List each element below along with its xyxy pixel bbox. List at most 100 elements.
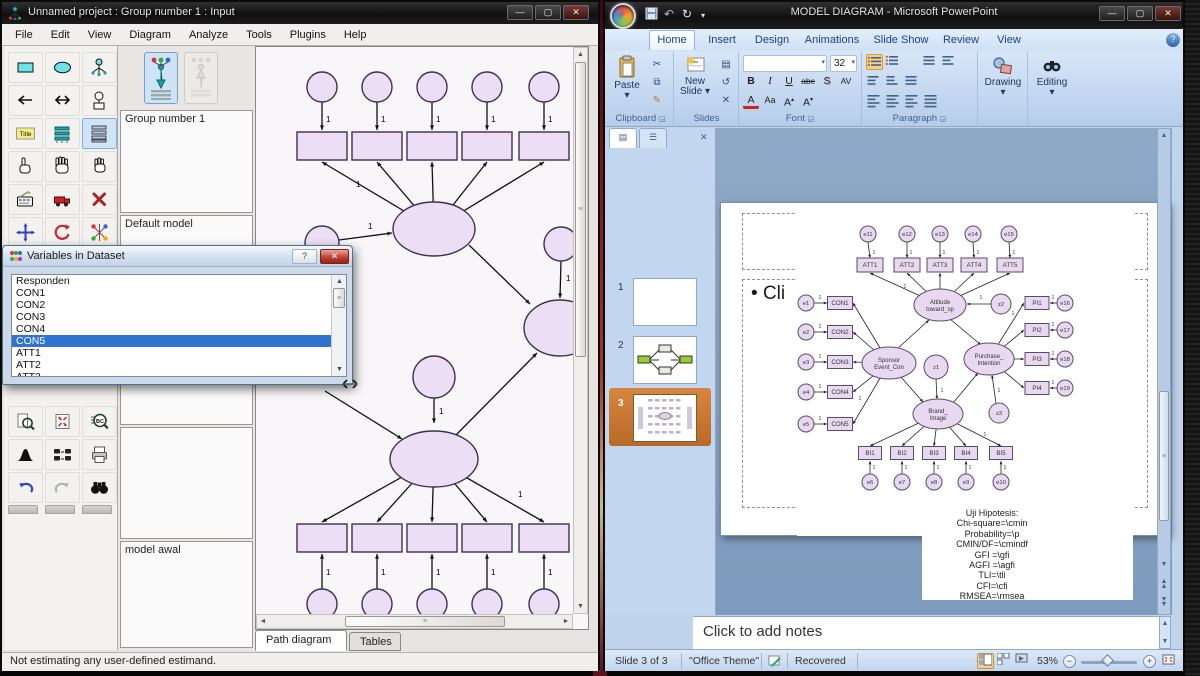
clipboard-dialog-launcher[interactable]: ◲ — [659, 116, 666, 123]
ribbon-tab-view[interactable]: View — [989, 31, 1029, 51]
ppt-maximize-button[interactable]: ▢ — [1127, 6, 1153, 21]
ribbon-tab-animations[interactable]: Animations — [799, 31, 865, 51]
font-color[interactable]: A — [743, 93, 759, 109]
menu-analyze[interactable]: Analyze — [180, 27, 237, 43]
font-style-italic[interactable]: I — [762, 74, 778, 90]
ribbon-tab-design[interactable]: Design — [749, 31, 795, 51]
resize-page-button[interactable] — [45, 406, 80, 437]
variable-item-ATT2[interactable]: ATT2 — [12, 359, 332, 371]
variable-item-CON3[interactable]: CON3 — [12, 311, 332, 323]
erase-x-button[interactable] — [82, 184, 117, 215]
rotate-button[interactable] — [45, 217, 80, 248]
variable-list-button[interactable] — [45, 118, 80, 149]
help-icon[interactable]: ? — [1166, 33, 1180, 47]
distribution-button[interactable] — [8, 439, 43, 470]
loupe-button[interactable]: BC — [82, 406, 117, 437]
cut-icon[interactable]: ✂ — [648, 56, 666, 72]
zoom-out-button[interactable]: − — [1063, 655, 1076, 668]
align-right-button[interactable] — [904, 93, 921, 109]
select-all-hand-button[interactable] — [45, 151, 80, 182]
editing-button[interactable]: Editing▾ — [1032, 56, 1072, 98]
slide-thumbnail-1[interactable] — [633, 278, 697, 326]
variable-item-CON2[interactable]: CON2 — [12, 299, 332, 311]
arrow-single-button[interactable] — [8, 85, 43, 116]
dialog-titlebar[interactable]: Variables in Dataset ? ✕ — [3, 246, 352, 267]
font-style-bold[interactable]: B — [743, 74, 759, 90]
canvas-vertical-scrollbar[interactable]: ▲ ≡ ▼ — [573, 47, 588, 614]
notes-scrollbar[interactable]: ▲▼ — [1159, 616, 1171, 649]
variable-item-CON5[interactable]: CON5 — [12, 335, 332, 347]
ribbon-tab-slide-show[interactable]: Slide Show — [869, 31, 933, 51]
slide-sorter-view-button[interactable] — [995, 653, 1012, 669]
paragraph-dialog-launcher[interactable]: ◲ — [940, 116, 947, 123]
tab-tables[interactable]: Tables — [349, 632, 401, 651]
ribbon-tab-insert[interactable]: Insert — [699, 31, 745, 51]
view-input-path-diagram-button[interactable] — [144, 52, 178, 104]
listbox-scrollbar[interactable]: ▲ ≡ ▼ — [331, 275, 346, 376]
slideshow-view-button[interactable] — [1013, 653, 1030, 669]
title-button[interactable]: Title — [8, 118, 43, 149]
data-recorder-button[interactable] — [8, 184, 43, 215]
tab-outline[interactable]: ☰ — [639, 128, 667, 148]
paste-button[interactable]: Paste▾ — [611, 55, 643, 101]
change-case[interactable]: Aa — [762, 93, 778, 109]
variables-listbox[interactable]: RespondenCON1CON2CON3CON4CON5ATT1ATT2ATT… — [11, 274, 347, 377]
indent-decrease-button[interactable] — [866, 74, 883, 90]
font-style-underline[interactable]: U — [781, 74, 797, 90]
reflect-button[interactable] — [82, 217, 117, 248]
font-style-char-spacing[interactable]: AV — [838, 74, 854, 90]
amos-maximize-button[interactable]: ▢ — [535, 5, 561, 20]
drawing-button[interactable]: Drawing▾ — [982, 56, 1024, 98]
tab-path-diagram[interactable]: Path diagram — [255, 630, 347, 651]
zoom-slider-thumb[interactable] — [1101, 654, 1114, 667]
parameter-list[interactable] — [120, 427, 253, 539]
font-dialog-launcher[interactable]: ◲ — [808, 116, 815, 123]
grow-font[interactable]: A▴ — [781, 93, 797, 109]
variable-item-CON4[interactable]: CON4 — [12, 323, 332, 335]
menu-file[interactable]: File — [6, 27, 42, 43]
ppt-minimize-button[interactable]: — — [1099, 6, 1125, 21]
numbering-button[interactable] — [885, 54, 902, 70]
recovered-indicator[interactable]: Recovered — [795, 655, 846, 667]
dialog-help-button[interactable]: ? — [292, 249, 317, 264]
deselect-hand-button[interactable] — [82, 151, 117, 182]
menu-plugins[interactable]: Plugins — [281, 27, 335, 43]
align-left-button[interactable] — [866, 93, 883, 109]
variable-item-ATT1[interactable]: ATT1 — [12, 347, 332, 359]
ribbon-tab-review[interactable]: Review — [937, 31, 985, 51]
canvas-horizontal-scrollbar[interactable]: ◄ ≡ ► — [256, 614, 573, 629]
ppt-close-button[interactable]: ✕ — [1155, 6, 1181, 21]
move-objects-button[interactable] — [8, 217, 43, 248]
variable-item-ATT3[interactable]: ATT3 — [12, 371, 332, 377]
bullets-button[interactable] — [866, 54, 883, 70]
menu-view[interactable]: View — [79, 27, 121, 43]
close-pane-icon[interactable]: ✕ — [700, 132, 708, 143]
notes-pane[interactable]: Click to add notes — [693, 616, 1171, 649]
normal-view-button[interactable] — [977, 653, 994, 669]
font-style-shadow[interactable]: S — [819, 74, 835, 90]
columns-button[interactable] — [904, 74, 921, 90]
draw-latent-button[interactable] — [82, 85, 117, 116]
amos-close-button[interactable]: ✕ — [563, 5, 589, 20]
new-slide-button[interactable]: New Slide ▾ — [677, 55, 713, 97]
font-style-strikethrough[interactable]: abc — [800, 74, 816, 90]
font-size-combo[interactable]: 32▾ — [830, 55, 857, 72]
draw-rectangle-button[interactable] — [8, 52, 43, 83]
draw-ellipse-button[interactable] — [45, 52, 80, 83]
model-list-2[interactable]: model awal — [120, 541, 253, 648]
undo-button[interactable] — [8, 472, 43, 503]
draw-indicator-button[interactable] — [82, 52, 117, 83]
theme-indicator[interactable]: "Office Theme" — [689, 655, 759, 667]
view-output-path-diagram-button[interactable] — [184, 52, 218, 104]
tab-slides-thumbnails[interactable]: ▤ — [609, 128, 637, 148]
ribbon-tab-home[interactable]: Home — [649, 30, 695, 50]
menu-edit[interactable]: Edit — [42, 27, 79, 43]
search-binoculars-button[interactable] — [82, 472, 117, 503]
copy-icon[interactable]: ⧉ — [648, 74, 666, 90]
print-button[interactable] — [82, 439, 117, 470]
slide-thumbnail-3[interactable] — [633, 394, 697, 442]
select-pairs-button[interactable]: == — [45, 439, 80, 470]
slide-layout-icon[interactable]: ▤ — [717, 56, 735, 72]
fit-slide-to-window-icon[interactable] — [1161, 653, 1176, 671]
menu-diagram[interactable]: Diagram — [120, 27, 180, 43]
